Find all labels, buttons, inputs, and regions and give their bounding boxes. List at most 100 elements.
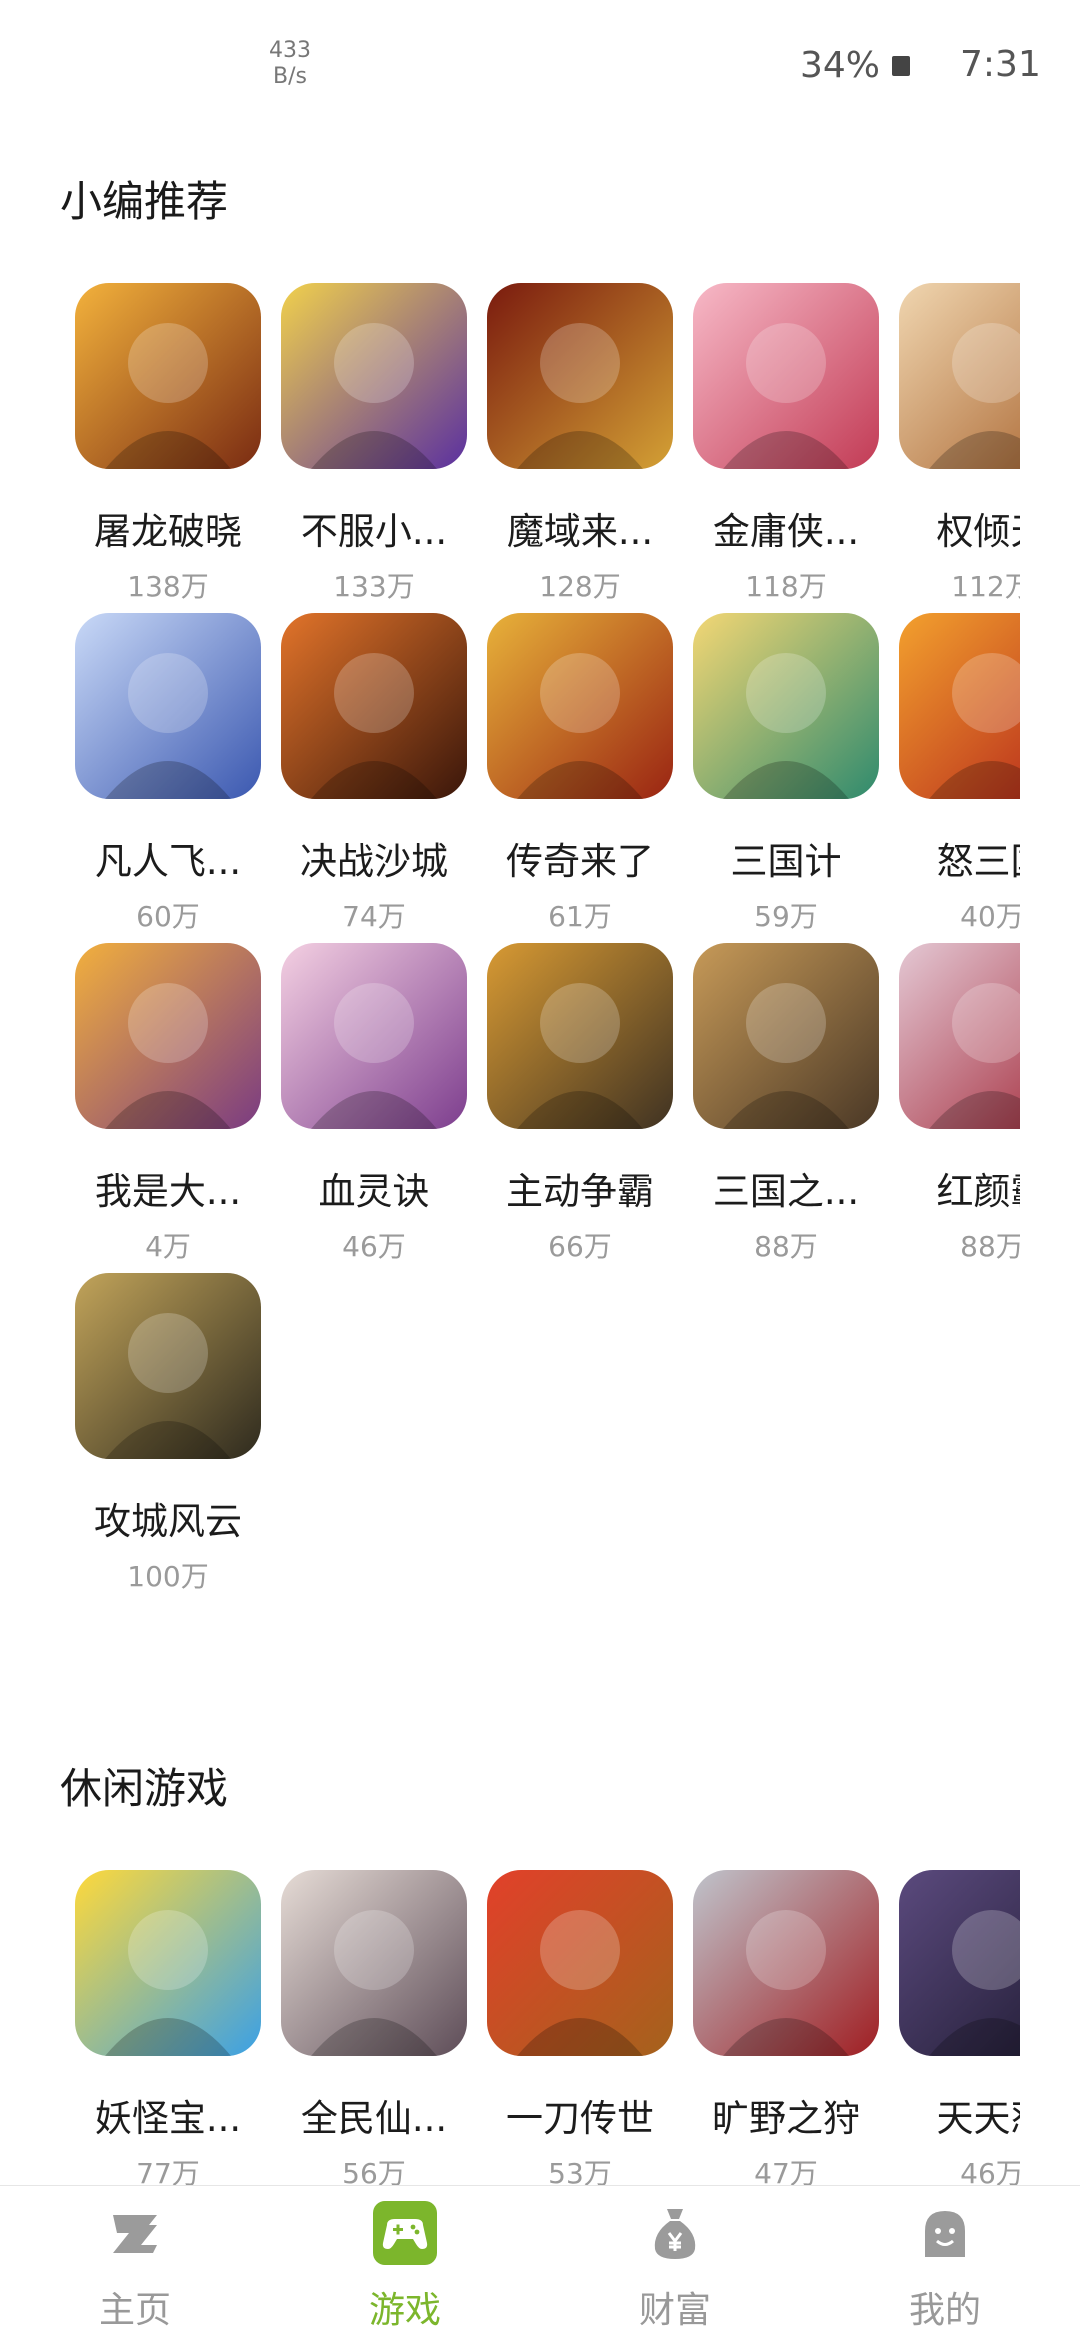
app-artwork [487, 943, 673, 1129]
app-icon[interactable] [693, 283, 879, 469]
app-row: 攻城风云 100万 [60, 1273, 1020, 1603]
app-icon[interactable] [899, 613, 1020, 799]
profile-face-icon [925, 2211, 965, 2257]
nav-item-wealth[interactable]: 财富 [540, 2186, 810, 2340]
app-icon[interactable] [487, 1870, 673, 2056]
battery-icon [892, 56, 910, 76]
app-name: 旷野之狩 [712, 2097, 860, 2140]
app-icon[interactable] [281, 613, 467, 799]
app-name: 血灵诀 [318, 1170, 430, 1213]
nav-item-home[interactable]: 主页 [0, 2186, 270, 2340]
casual-games-grid: 妖怪宝... 77万 全民仙... 56万 一刀传世 53万 旷野之狩 47万 天天怼 46万 [60, 1870, 1020, 2185]
app-name: 传奇来了 [506, 840, 654, 883]
app-icon[interactable] [693, 943, 879, 1129]
app-download-count: 61万 [548, 900, 612, 933]
app-tile[interactable]: 三国计 59万 [678, 613, 884, 943]
app-tile[interactable]: 传奇来了 61万 [472, 613, 678, 943]
app-tile[interactable]: 怒三国 40万 [884, 613, 1020, 943]
app-artwork [281, 1870, 467, 2056]
app-download-count: 88万 [960, 1230, 1020, 1263]
app-icon[interactable] [693, 1870, 879, 2056]
app-artwork [693, 1870, 879, 2056]
editor-picks-grid: 屠龙破晓 138万 不服小... 133万 魔域来... 128万 金庸侠... 118万 权倾… [60, 283, 1020, 1623]
app-tile[interactable]: 旷野之狩 47万 [678, 1870, 884, 2185]
app-icon[interactable] [281, 943, 467, 1129]
app-artwork [281, 613, 467, 799]
app-icon[interactable] [75, 1870, 261, 2056]
app-icon[interactable] [899, 283, 1020, 469]
app-download-count: 59万 [754, 900, 818, 933]
app-artwork [899, 1870, 1020, 2056]
app-name: 凡人飞... [94, 840, 242, 883]
app-name: 三国计 [730, 840, 842, 883]
app-name: 金庸侠... [712, 510, 860, 553]
app-icon[interactable] [281, 283, 467, 469]
app-tile[interactable]: 凡人飞... 60万 [60, 613, 266, 943]
app-artwork [899, 283, 1020, 469]
nav-label-home: 主页 [98, 2290, 171, 2331]
app-icon[interactable] [75, 283, 261, 469]
app-download-count: 77万 [136, 2157, 200, 2185]
app-row: 妖怪宝... 77万 全民仙... 56万 一刀传世 53万 旷野之狩 47万 天天怼 46万 [60, 1870, 1020, 2185]
app-artwork [693, 943, 879, 1129]
nav-item-mine[interactable]: 我的 [810, 2186, 1080, 2340]
app-download-count: 46万 [960, 2157, 1020, 2185]
app-download-count: 40万 [960, 900, 1020, 933]
app-icon[interactable] [487, 943, 673, 1129]
app-icon[interactable] [693, 613, 879, 799]
app-tile[interactable]: 屠龙破晓 138万 [60, 283, 266, 613]
status-bar: 433 B/s 34% 7:31 [0, 0, 1080, 110]
app-name: 妖怪宝... [94, 2097, 242, 2140]
app-icon[interactable] [487, 283, 673, 469]
app-artwork [75, 1273, 261, 1459]
app-icon[interactable] [75, 943, 261, 1129]
app-tile[interactable]: 三国之... 88万 [678, 943, 884, 1273]
app-name: 我是大... [94, 1170, 242, 1213]
app-download-count: 47万 [754, 2157, 818, 2185]
section-title-casual-games: 休闲游戏 [60, 1764, 229, 1813]
clock: 7:31 [960, 44, 1041, 85]
app-tile[interactable]: 金庸侠... 118万 [678, 283, 884, 613]
network-speed: 433 B/s [255, 38, 325, 90]
app-artwork [693, 613, 879, 799]
app-name: 主动争霸 [506, 1170, 654, 1213]
app-download-count: 88万 [754, 1230, 818, 1263]
app-row: 我是大... 4万 血灵诀 46万 主动争霸 66万 三国之... 88万 红颜霸 88万 [60, 943, 1020, 1273]
app-tile[interactable]: 红颜霸 88万 [884, 943, 1020, 1273]
app-name: 全民仙... [300, 2097, 448, 2140]
nav-label-mine: 我的 [908, 2290, 981, 2331]
app-tile[interactable]: 攻城风云 100万 [60, 1273, 266, 1603]
app-tile[interactable]: 妖怪宝... 77万 [60, 1870, 266, 2185]
app-tile[interactable]: 全民仙... 56万 [266, 1870, 472, 2185]
app-tile[interactable]: 血灵诀 46万 [266, 943, 472, 1273]
app-tile[interactable]: 权倾天 112万 [884, 283, 1020, 613]
app-icon[interactable] [75, 1273, 261, 1459]
app-icon[interactable] [899, 943, 1020, 1129]
app-artwork [75, 943, 261, 1129]
app-icon[interactable] [899, 1870, 1020, 2056]
app-name: 怒三国 [936, 840, 1021, 883]
nav-label-wealth: 财富 [638, 2290, 711, 2331]
app-tile[interactable]: 不服小... 133万 [266, 283, 472, 613]
app-name: 不服小... [300, 510, 448, 553]
app-artwork [281, 943, 467, 1129]
app-artwork [281, 283, 467, 469]
app-artwork [487, 1870, 673, 2056]
nav-item-games[interactable]: 游戏 [270, 2186, 540, 2340]
app-tile[interactable]: 决战沙城 74万 [266, 613, 472, 943]
app-row: 屠龙破晓 138万 不服小... 133万 魔域来... 128万 金庸侠... 118万 权倾… [60, 283, 1020, 613]
app-artwork [487, 283, 673, 469]
app-row: 凡人飞... 60万 决战沙城 74万 传奇来了 61万 三国计 59万 怒三国 40万 [60, 613, 1020, 943]
app-name: 一刀传世 [506, 2097, 654, 2140]
app-name: 攻城风云 [94, 1500, 242, 1543]
app-icon[interactable] [487, 613, 673, 799]
app-tile[interactable]: 天天怼 46万 [884, 1870, 1020, 2185]
app-tile[interactable]: 主动争霸 66万 [472, 943, 678, 1273]
app-tile[interactable]: 我是大... 4万 [60, 943, 266, 1273]
app-icon[interactable] [281, 1870, 467, 2056]
app-tile[interactable]: 一刀传世 53万 [472, 1870, 678, 2185]
gamepad-icon [373, 2201, 437, 2265]
app-artwork [75, 283, 261, 469]
app-tile[interactable]: 魔域来... 128万 [472, 283, 678, 613]
app-icon[interactable] [75, 613, 261, 799]
